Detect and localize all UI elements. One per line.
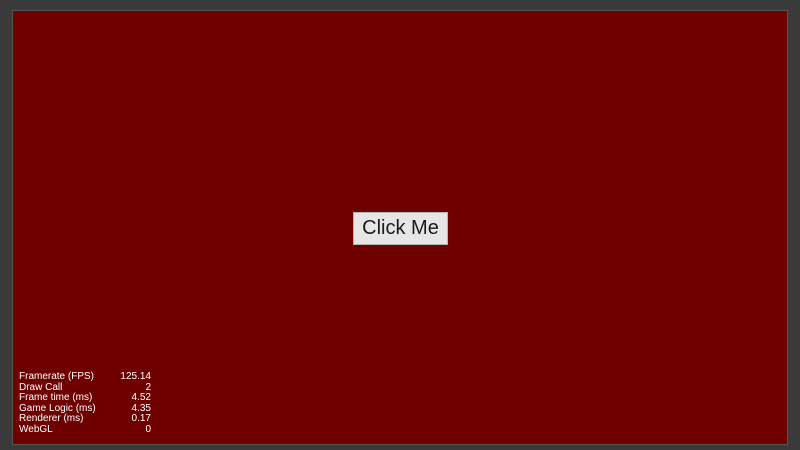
stat-row-webgl: WebGL 0 [19, 423, 151, 436]
debug-stats-panel: Framerate (FPS) 125.14 Draw Call 2 Frame… [19, 371, 151, 436]
stat-label: WebGL [19, 423, 53, 435]
click-me-button[interactable]: Click Me [353, 212, 448, 245]
game-canvas[interactable]: Click Me Framerate (FPS) 125.14 Draw Cal… [12, 10, 788, 445]
stat-label: Framerate (FPS) [19, 371, 95, 382]
stat-row-fps: Framerate (FPS) 125.14 [19, 371, 151, 383]
stat-value: 125.14 [120, 371, 151, 382]
stat-value: 0 [145, 423, 151, 435]
